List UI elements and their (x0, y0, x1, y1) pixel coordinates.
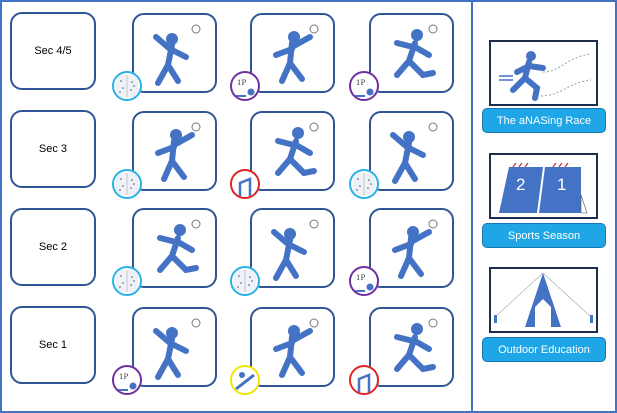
sport-tile[interactable]: 1P (112, 307, 217, 395)
divider (471, 0, 473, 413)
gym-badge-icon (112, 169, 142, 199)
softball-batting-icon (273, 318, 319, 378)
gym-badge-icon (230, 266, 260, 296)
badge-text: 1P (119, 373, 129, 381)
handball-icon (153, 24, 201, 86)
activity-image[interactable] (489, 267, 598, 333)
badge-text: 1P (356, 79, 366, 87)
calendar-digit: 2 (516, 175, 526, 194)
sport-tile[interactable] (349, 307, 454, 395)
activity-image[interactable] (489, 40, 598, 106)
hurdle-badge-icon (349, 365, 379, 395)
gym-badge-icon (112, 266, 142, 296)
race-runner-icon (499, 51, 592, 101)
frisbee-icon (390, 122, 438, 184)
bat-badge-icon (230, 365, 260, 395)
sport-tile[interactable] (112, 13, 217, 101)
rock-climbing-icon (273, 24, 319, 84)
sport-tile[interactable]: 1P (230, 13, 335, 101)
badge-text: 1P (237, 79, 247, 87)
sport-tile[interactable] (230, 208, 335, 296)
sport-tile[interactable] (112, 111, 217, 199)
sport-tile[interactable] (112, 208, 217, 296)
individual-badge-icon: 1P (230, 71, 260, 101)
tent-icon (494, 272, 593, 327)
individual-badge-icon: 1P (349, 71, 379, 101)
calendar-digit: 1 (557, 175, 567, 194)
sport-tile[interactable] (230, 111, 335, 199)
section-button-0[interactable]: Sec 4/5 (10, 12, 96, 90)
sport-tile[interactable]: 1P (349, 13, 454, 101)
section-button-2[interactable]: Sec 2 (10, 208, 96, 286)
floorball-goal-icon (155, 122, 201, 182)
calendar-icon (499, 162, 588, 214)
section-button-3[interactable]: Sec 1 (10, 306, 96, 384)
individual-badge-icon: 1P (112, 365, 142, 395)
activity-button[interactable]: Outdoor Education (482, 337, 606, 362)
activity-image[interactable]: 21 (489, 153, 598, 219)
gym-badge-icon (112, 71, 142, 101)
gym-badge-icon (349, 169, 379, 199)
section-button-1[interactable]: Sec 3 (10, 110, 96, 188)
volleyball-net-icon (275, 122, 319, 177)
individual-badge-icon: 1P (349, 266, 379, 296)
netball-icon (271, 219, 319, 281)
sport-tile[interactable]: 1P (349, 208, 454, 296)
stretching-icon (392, 219, 438, 279)
sport-tile[interactable] (230, 307, 335, 395)
activity-button[interactable]: The aNASing Race (482, 108, 606, 133)
hurdle-badge-icon (230, 169, 260, 199)
activity-button[interactable]: Sports Season (482, 223, 606, 248)
running-icon (394, 24, 438, 79)
gymnastics-icon (153, 318, 201, 380)
table-tennis-icon (394, 318, 438, 373)
badge-text: 1P (356, 274, 366, 282)
badminton-icon (157, 219, 201, 274)
sport-tile[interactable] (349, 111, 454, 199)
